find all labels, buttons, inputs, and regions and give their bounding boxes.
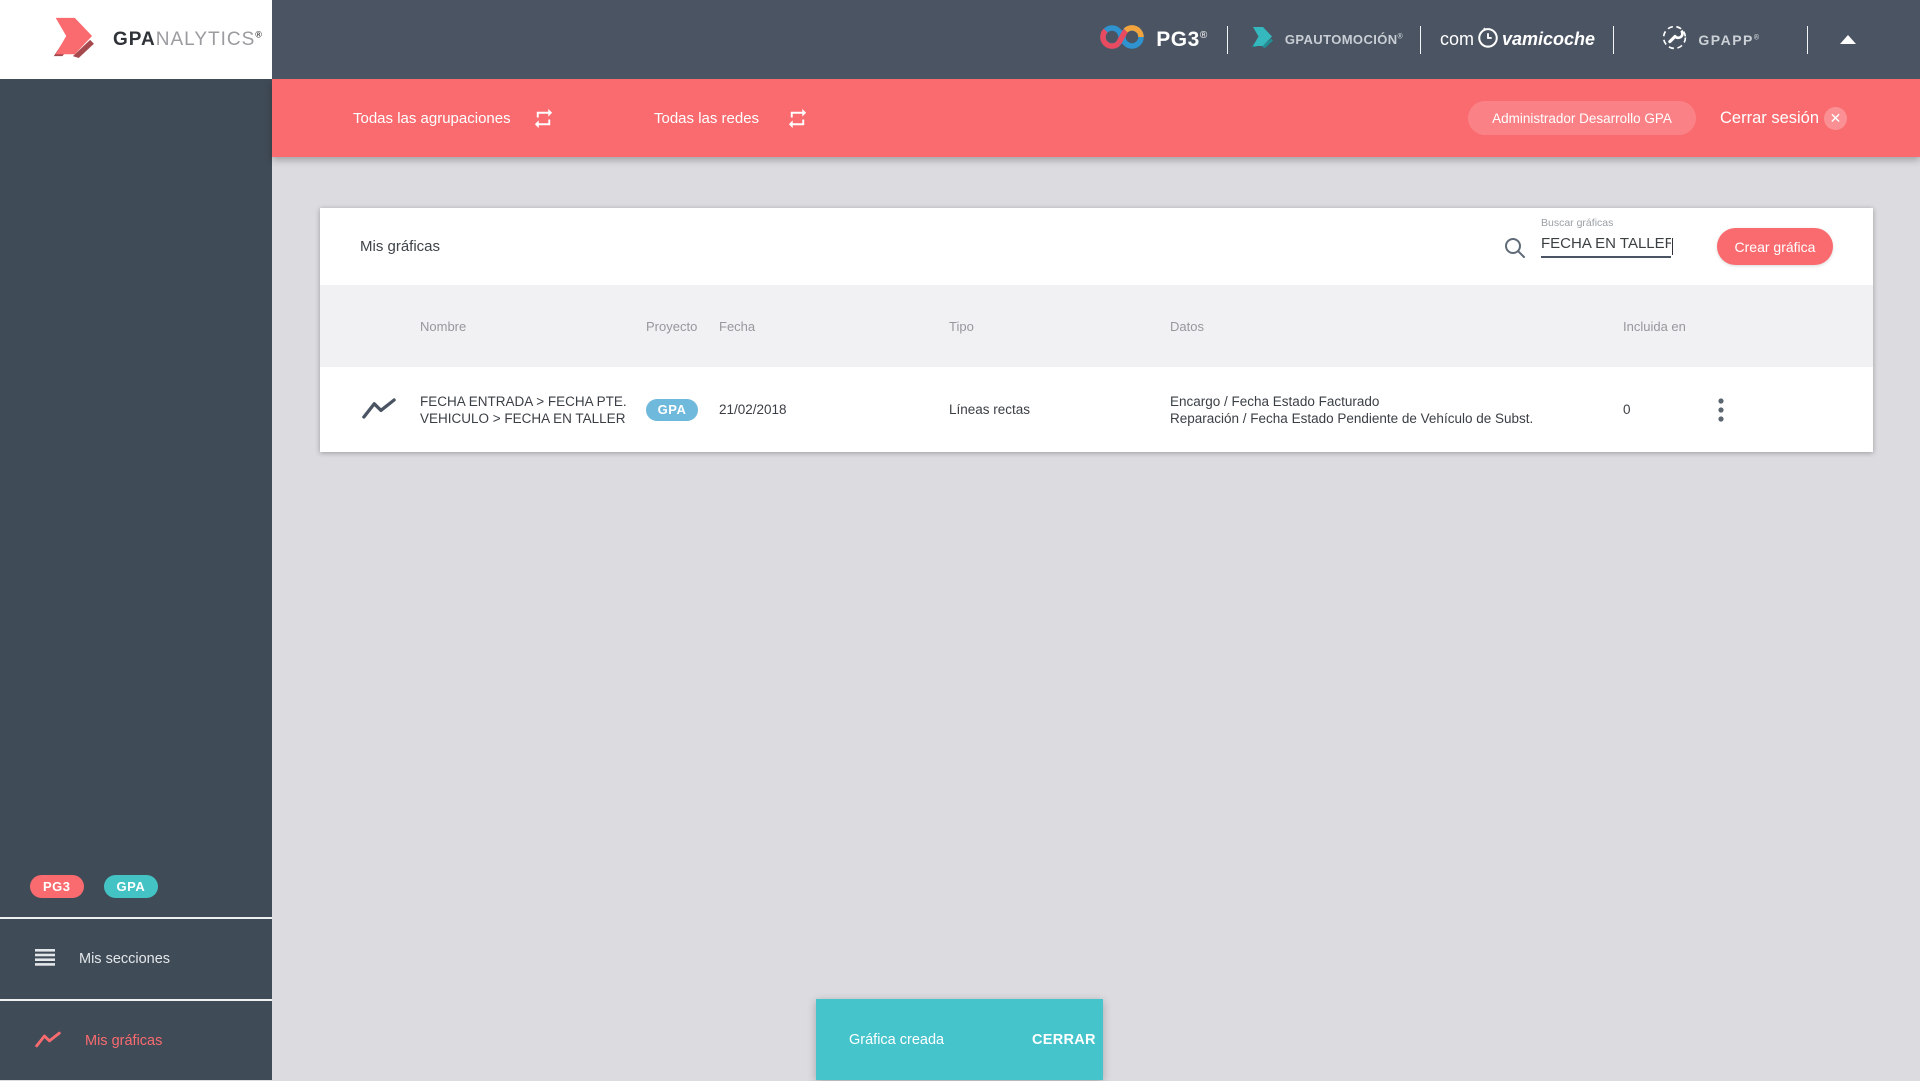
pg3-infinity-icon	[1100, 22, 1146, 57]
wrench-circle-icon	[1661, 24, 1688, 56]
gpapp-wordmark: GPAPP®	[1698, 31, 1761, 48]
sidebar-item-mis-graficas[interactable]: Mis gráficas	[0, 1001, 272, 1081]
sidebar-item-label: Mis secciones	[79, 951, 171, 967]
column-header-fecha: Fecha	[719, 318, 756, 334]
search-label: Buscar gráficas	[1541, 217, 1614, 229]
filter-bar: Todas las agrupaciones Todas las redes A…	[272, 79, 1920, 157]
badge-gpa[interactable]: GPA	[103, 875, 159, 898]
top-bar: PG3® GPAUTOMOCIÓN® com vamicoche GPAPP®	[0, 0, 1920, 79]
line-chart-icon	[35, 1031, 61, 1052]
column-header-datos: Datos	[1170, 318, 1204, 334]
project-badge: GPA	[646, 398, 698, 421]
cell-tipo: Líneas rectas	[949, 402, 1031, 417]
cell-proyecto: GPA	[646, 398, 719, 421]
brand-compravamicoche: com vamicoche	[1421, 0, 1614, 79]
groups-filter-label[interactable]: Todas las agrupaciones	[353, 79, 511, 157]
column-header-proyecto: Proyecto	[646, 318, 698, 334]
gpautomocion-wordmark: GPAUTOMOCIÓN®	[1284, 32, 1404, 47]
gpautomocion-arrow-icon	[1246, 25, 1276, 54]
clock-icon	[1474, 25, 1502, 54]
search-icon[interactable]	[1503, 236, 1527, 265]
collapse-header-zone	[1808, 0, 1920, 79]
close-circle-icon[interactable]: ✕	[1824, 107, 1847, 130]
table-header-row: Nombre Proyecto Fecha Tipo Datos Incluid…	[320, 285, 1873, 367]
toast-close-button[interactable]: CERRAR	[1032, 1032, 1096, 1048]
mis-graficas-panel: Mis gráficas Buscar gráficas Crear gráfi…	[320, 208, 1873, 452]
compravamicoche-wordmark: com vamicoche	[1440, 25, 1595, 54]
logout-button[interactable]: Cerrar sesión	[1720, 79, 1819, 157]
toast-message: Gráfica creada	[849, 1031, 945, 1048]
sidebar: PG3 GPA Mis secciones Mis gráficas	[0, 79, 272, 1080]
swap-groups-icon[interactable]	[532, 107, 555, 135]
swap-networks-icon[interactable]	[786, 107, 809, 135]
current-user-pill: Administrador Desarrollo GPA	[1468, 101, 1696, 135]
top-bar-brands: PG3® GPAUTOMOCIÓN® com vamicoche GPAPP®	[1080, 0, 1920, 79]
sidebar-item-mis-secciones[interactable]: Mis secciones	[0, 919, 272, 999]
cell-nombre: FECHA ENTRADA > FECHA PTE. VEHICULO > FE…	[420, 393, 627, 426]
line-chart-icon	[320, 397, 420, 423]
column-header-incluida-en: Incluida en	[1623, 318, 1686, 334]
badge-pg3[interactable]: PG3	[30, 875, 84, 898]
kebab-menu-icon[interactable]	[1717, 395, 1747, 425]
column-header-nombre: Nombre	[420, 318, 467, 334]
column-header-tipo: Tipo	[949, 318, 974, 334]
networks-filter-label[interactable]: Todas las redes	[654, 79, 759, 157]
app-logo: GPANALYTICS®	[0, 0, 272, 79]
pg3-wordmark: PG3®	[1156, 27, 1208, 51]
menu-icon	[35, 948, 55, 970]
search-field: Buscar gráficas	[1541, 217, 1673, 258]
app-logo-wordmark: GPANALYTICS®	[113, 28, 263, 50]
cell-datos: Encargo / Fecha Estado Facturado Reparac…	[1170, 393, 1534, 426]
gpa-arrow-icon	[42, 15, 100, 64]
page-title: Mis gráficas	[360, 238, 441, 255]
brand-gpapp: GPAPP®	[1614, 0, 1808, 79]
cell-fecha: 21/02/2018	[719, 402, 787, 417]
sidebar-badges: PG3 GPA	[30, 875, 159, 898]
cell-incluida-en: 0	[1623, 402, 1631, 417]
table-row[interactable]: FECHA ENTRADA > FECHA PTE. VEHICULO > FE…	[320, 367, 1873, 452]
snackbar-toast: Gráfica creada CERRAR	[816, 999, 1103, 1080]
create-chart-button[interactable]: Crear gráfica	[1717, 228, 1833, 265]
search-input[interactable]	[1541, 235, 1671, 258]
brand-gpautomocion: GPAUTOMOCIÓN®	[1228, 0, 1421, 79]
sidebar-item-label: Mis gráficas	[85, 1033, 163, 1049]
chevron-up-icon[interactable]	[1840, 35, 1856, 44]
brand-pg3: PG3®	[1080, 0, 1228, 79]
